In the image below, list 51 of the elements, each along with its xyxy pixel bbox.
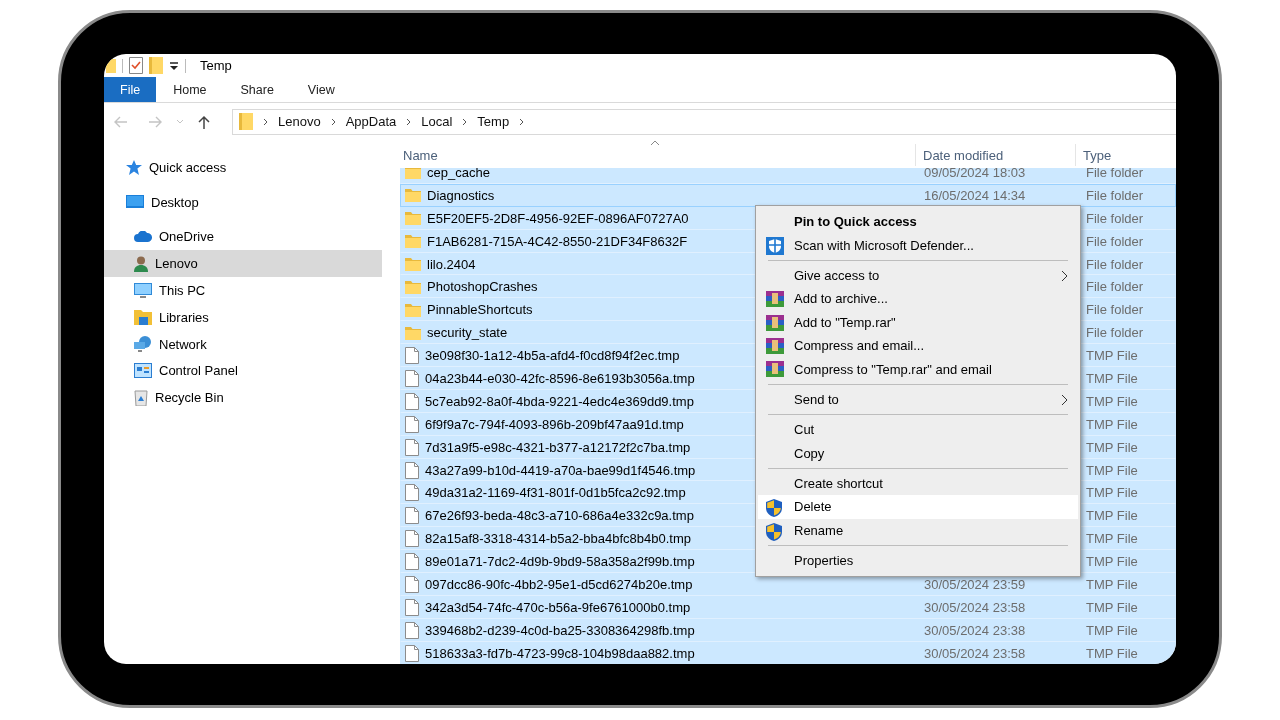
file-name: F1AB6281-715A-4C42-8550-21DF34F8632F: [427, 233, 688, 249]
type-cell-text: TMP File: [1085, 531, 1138, 547]
file-name: 43a27a99-b10d-4419-a70a-bae99d1f4546.tmp: [425, 462, 696, 478]
file-name: 097dcc86-90fc-4bb2-95e1-d5cd6274b20e.tmp: [425, 576, 693, 592]
type-cell-text: TMP File: [1085, 622, 1138, 638]
file-name: 3e098f30-1a12-4b5a-afd4-f0cd8f94f2ec.tmp: [425, 348, 680, 364]
file-name: PhotoshopCrashes: [427, 279, 538, 295]
date-cell-text: 16/05/2024 14:34: [923, 187, 1027, 203]
type-cell-text: File folder: [1085, 325, 1144, 341]
file-name: E5F20EF5-2D8F-4956-92EF-0896AF0727A0: [427, 210, 689, 226]
window-title: Temp: [200, 58, 232, 73]
file-name: Diagnostics: [427, 187, 495, 203]
type-cell-text: File folder: [1085, 210, 1144, 226]
type-cell-text: TMP File: [1085, 508, 1138, 524]
type-cell-text: TMP File: [1085, 485, 1138, 501]
file-name: 342a3d54-74fc-470c-b56a-9fe6761000b0.tmp: [425, 599, 691, 615]
type-cell-text: TMP File: [1085, 416, 1138, 432]
type-cell-text: TMP File: [1085, 393, 1138, 409]
file-name: 5c7eab92-8a0f-4bda-9221-4edc4e369dd9.tmp: [425, 393, 694, 409]
file-name: 82a15af8-3318-4314-b5a2-bba4bfc8b4b0.tmp: [425, 531, 691, 547]
type-cell-text: TMP File: [1085, 370, 1138, 386]
date-cell-text: 30/05/2024 23:58: [923, 645, 1027, 661]
type-cell-text: TMP File: [1085, 599, 1138, 615]
file-name: 518633a3-fd7b-4723-99c8-104b98daa882.tmp: [425, 645, 695, 661]
file-name: 89e01a71-7dc2-4d9b-9bd9-58a358a2f99b.tmp: [425, 554, 695, 570]
date-cell-text: 30/05/2024 23:38: [923, 622, 1027, 638]
type-cell-text: File folder: [1085, 233, 1144, 249]
type-cell-text: TMP File: [1085, 439, 1138, 455]
file-name: lilo.2404: [427, 256, 476, 272]
type-cell-text: File folder: [1085, 279, 1144, 295]
date-cell-text: 30/05/2024 23:58: [923, 599, 1027, 615]
file-name: PinnableShortcuts: [427, 302, 533, 318]
type-cell-text: File folder: [1085, 168, 1144, 180]
type-cell-text: TMP File: [1085, 462, 1138, 478]
type-cell-text: TMP File: [1085, 348, 1138, 364]
file-name: cep_cache: [427, 168, 490, 180]
date-cell-text: 30/05/2024 23:59: [923, 576, 1027, 592]
file-name: 49da31a2-1169-4f31-801f-0d1b5fca2c92.tmp: [425, 485, 686, 501]
date-cell-text: 09/05/2024 18:03: [923, 168, 1027, 180]
file-name: 67e26f93-beda-48c3-a710-686a4e332c9a.tmp: [425, 508, 694, 524]
type-cell-text: TMP File: [1085, 554, 1138, 570]
type-cell-text: TMP File: [1085, 645, 1138, 661]
type-cell-text: File folder: [1085, 302, 1144, 318]
file-name: 7d31a9f5-e98c-4321-b377-a12172f2c7ba.tmp: [425, 439, 691, 455]
type-cell-text: File folder: [1085, 256, 1144, 272]
file-name: 6f9f9a7c-794f-4093-896b-209bf47aa91d.tmp: [425, 416, 684, 432]
type-cell-text: File folder: [1085, 187, 1144, 203]
type-cell-text: TMP File: [1085, 576, 1138, 592]
file-name: security_state: [427, 325, 508, 341]
file-name: 339468b2-d239-4c0d-ba25-3308364298fb.tmp: [425, 622, 695, 638]
file-name: 04a23b44-e030-42fc-8596-8e6193b3056a.tmp: [425, 370, 695, 386]
